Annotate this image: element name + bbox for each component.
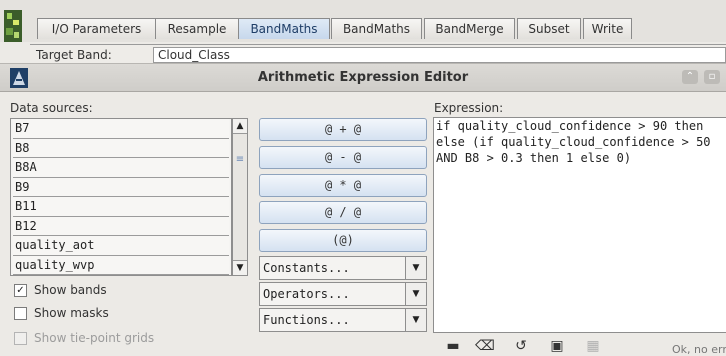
tab-bandmaths-1[interactable]: BandMaths xyxy=(238,18,330,39)
functions-label: Functions... xyxy=(263,313,350,327)
delete-icon[interactable]: ⌫ xyxy=(474,338,496,355)
save-icon[interactable]: ▦ xyxy=(582,338,604,355)
target-band-field[interactable]: Cloud_Class xyxy=(153,47,726,63)
divide-operator-button[interactable]: @ / @ xyxy=(259,201,427,224)
app-icon xyxy=(4,10,22,42)
scroll-up-icon[interactable]: ▲ xyxy=(233,119,247,134)
chevron-down-icon[interactable]: ▼ xyxy=(405,283,426,305)
history-icon[interactable]: ▣ xyxy=(546,338,568,355)
expression-textarea[interactable]: if quality_cloud_confidence > 90 then el… xyxy=(433,117,726,333)
tab-bandmerge[interactable]: BandMerge xyxy=(424,18,515,39)
show-masks-label: Show masks xyxy=(34,306,109,320)
subtract-operator-button[interactable]: @ - @ xyxy=(259,146,427,169)
constants-dropdown[interactable]: Constants... ▼ xyxy=(259,256,427,280)
expression-line: else (if quality_cloud_confidence > 50 xyxy=(436,135,711,149)
chevron-down-icon[interactable]: ▼ xyxy=(405,309,426,331)
data-sources-list: B7 B8 B8A B9 B11 B12 quality_aot quality… xyxy=(10,118,232,276)
list-item[interactable]: quality_aot xyxy=(13,236,229,256)
parentheses-button[interactable]: (@) xyxy=(259,229,427,252)
checkbox-box xyxy=(14,332,27,345)
data-sources-label: Data sources: xyxy=(10,101,93,115)
multiply-operator-button[interactable]: @ * @ xyxy=(259,174,427,197)
checkbox-box[interactable] xyxy=(14,307,27,320)
list-item[interactable]: B9 xyxy=(13,177,229,197)
show-bands-label: Show bands xyxy=(34,283,107,297)
tab-subset[interactable]: Subset xyxy=(517,18,581,39)
chevron-down-icon[interactable]: ▼ xyxy=(405,257,426,279)
expression-label: Expression: xyxy=(434,101,504,115)
list-item[interactable]: B11 xyxy=(13,197,229,217)
list-item[interactable]: B8 xyxy=(13,138,229,158)
show-tie-point-grids-label: Show tie-point grids xyxy=(34,331,155,345)
tab-bandmaths-2[interactable]: BandMaths xyxy=(331,18,422,39)
dialog-title: Arithmetic Expression Editor xyxy=(257,70,469,85)
operator-tabs-bar: I/O Parameters Resample BandMaths BandMa… xyxy=(0,0,726,42)
undo-icon[interactable]: ↺ xyxy=(510,338,532,355)
expression-line: AND B8 > 0.3 then 1 else 0) xyxy=(436,151,632,165)
list-item[interactable]: B7 xyxy=(13,119,229,139)
list-item[interactable]: B12 xyxy=(13,216,229,236)
tab-io-parameters[interactable]: I/O Parameters xyxy=(37,18,156,39)
constants-label: Constants... xyxy=(263,261,350,275)
keyboard-icon[interactable]: ▬ xyxy=(442,338,464,355)
add-operator-button[interactable]: @ + @ xyxy=(259,118,427,141)
expression-line: if quality_cloud_confidence > 90 then xyxy=(436,119,704,133)
target-band-row: Target Band: Cloud_Class xyxy=(30,44,726,63)
dialog-title-bar: Arithmetic Expression Editor ⌃ ▫ xyxy=(0,63,726,92)
list-item[interactable]: quality_wvp xyxy=(13,255,229,275)
operators-label: Operators... xyxy=(263,287,350,301)
list-item[interactable]: B8A xyxy=(13,158,229,178)
data-sources-scrollbar[interactable]: ▲ ≡ ▼ xyxy=(232,118,248,276)
target-band-label: Target Band: xyxy=(36,48,112,62)
scroll-down-icon[interactable]: ▼ xyxy=(233,260,247,275)
window-up-icon[interactable]: ⌃ xyxy=(682,70,698,84)
operators-dropdown[interactable]: Operators... ▼ xyxy=(259,282,427,306)
tab-write[interactable]: Write xyxy=(583,18,632,39)
scroll-thumb[interactable]: ≡ xyxy=(234,153,246,167)
functions-dropdown[interactable]: Functions... ▼ xyxy=(259,308,427,332)
status-text: Ok, no err xyxy=(672,343,726,356)
window-restore-icon[interactable]: ▫ xyxy=(704,70,720,84)
tab-resample[interactable]: Resample xyxy=(155,18,239,39)
checkmark-icon[interactable]: ✓ xyxy=(14,284,27,297)
